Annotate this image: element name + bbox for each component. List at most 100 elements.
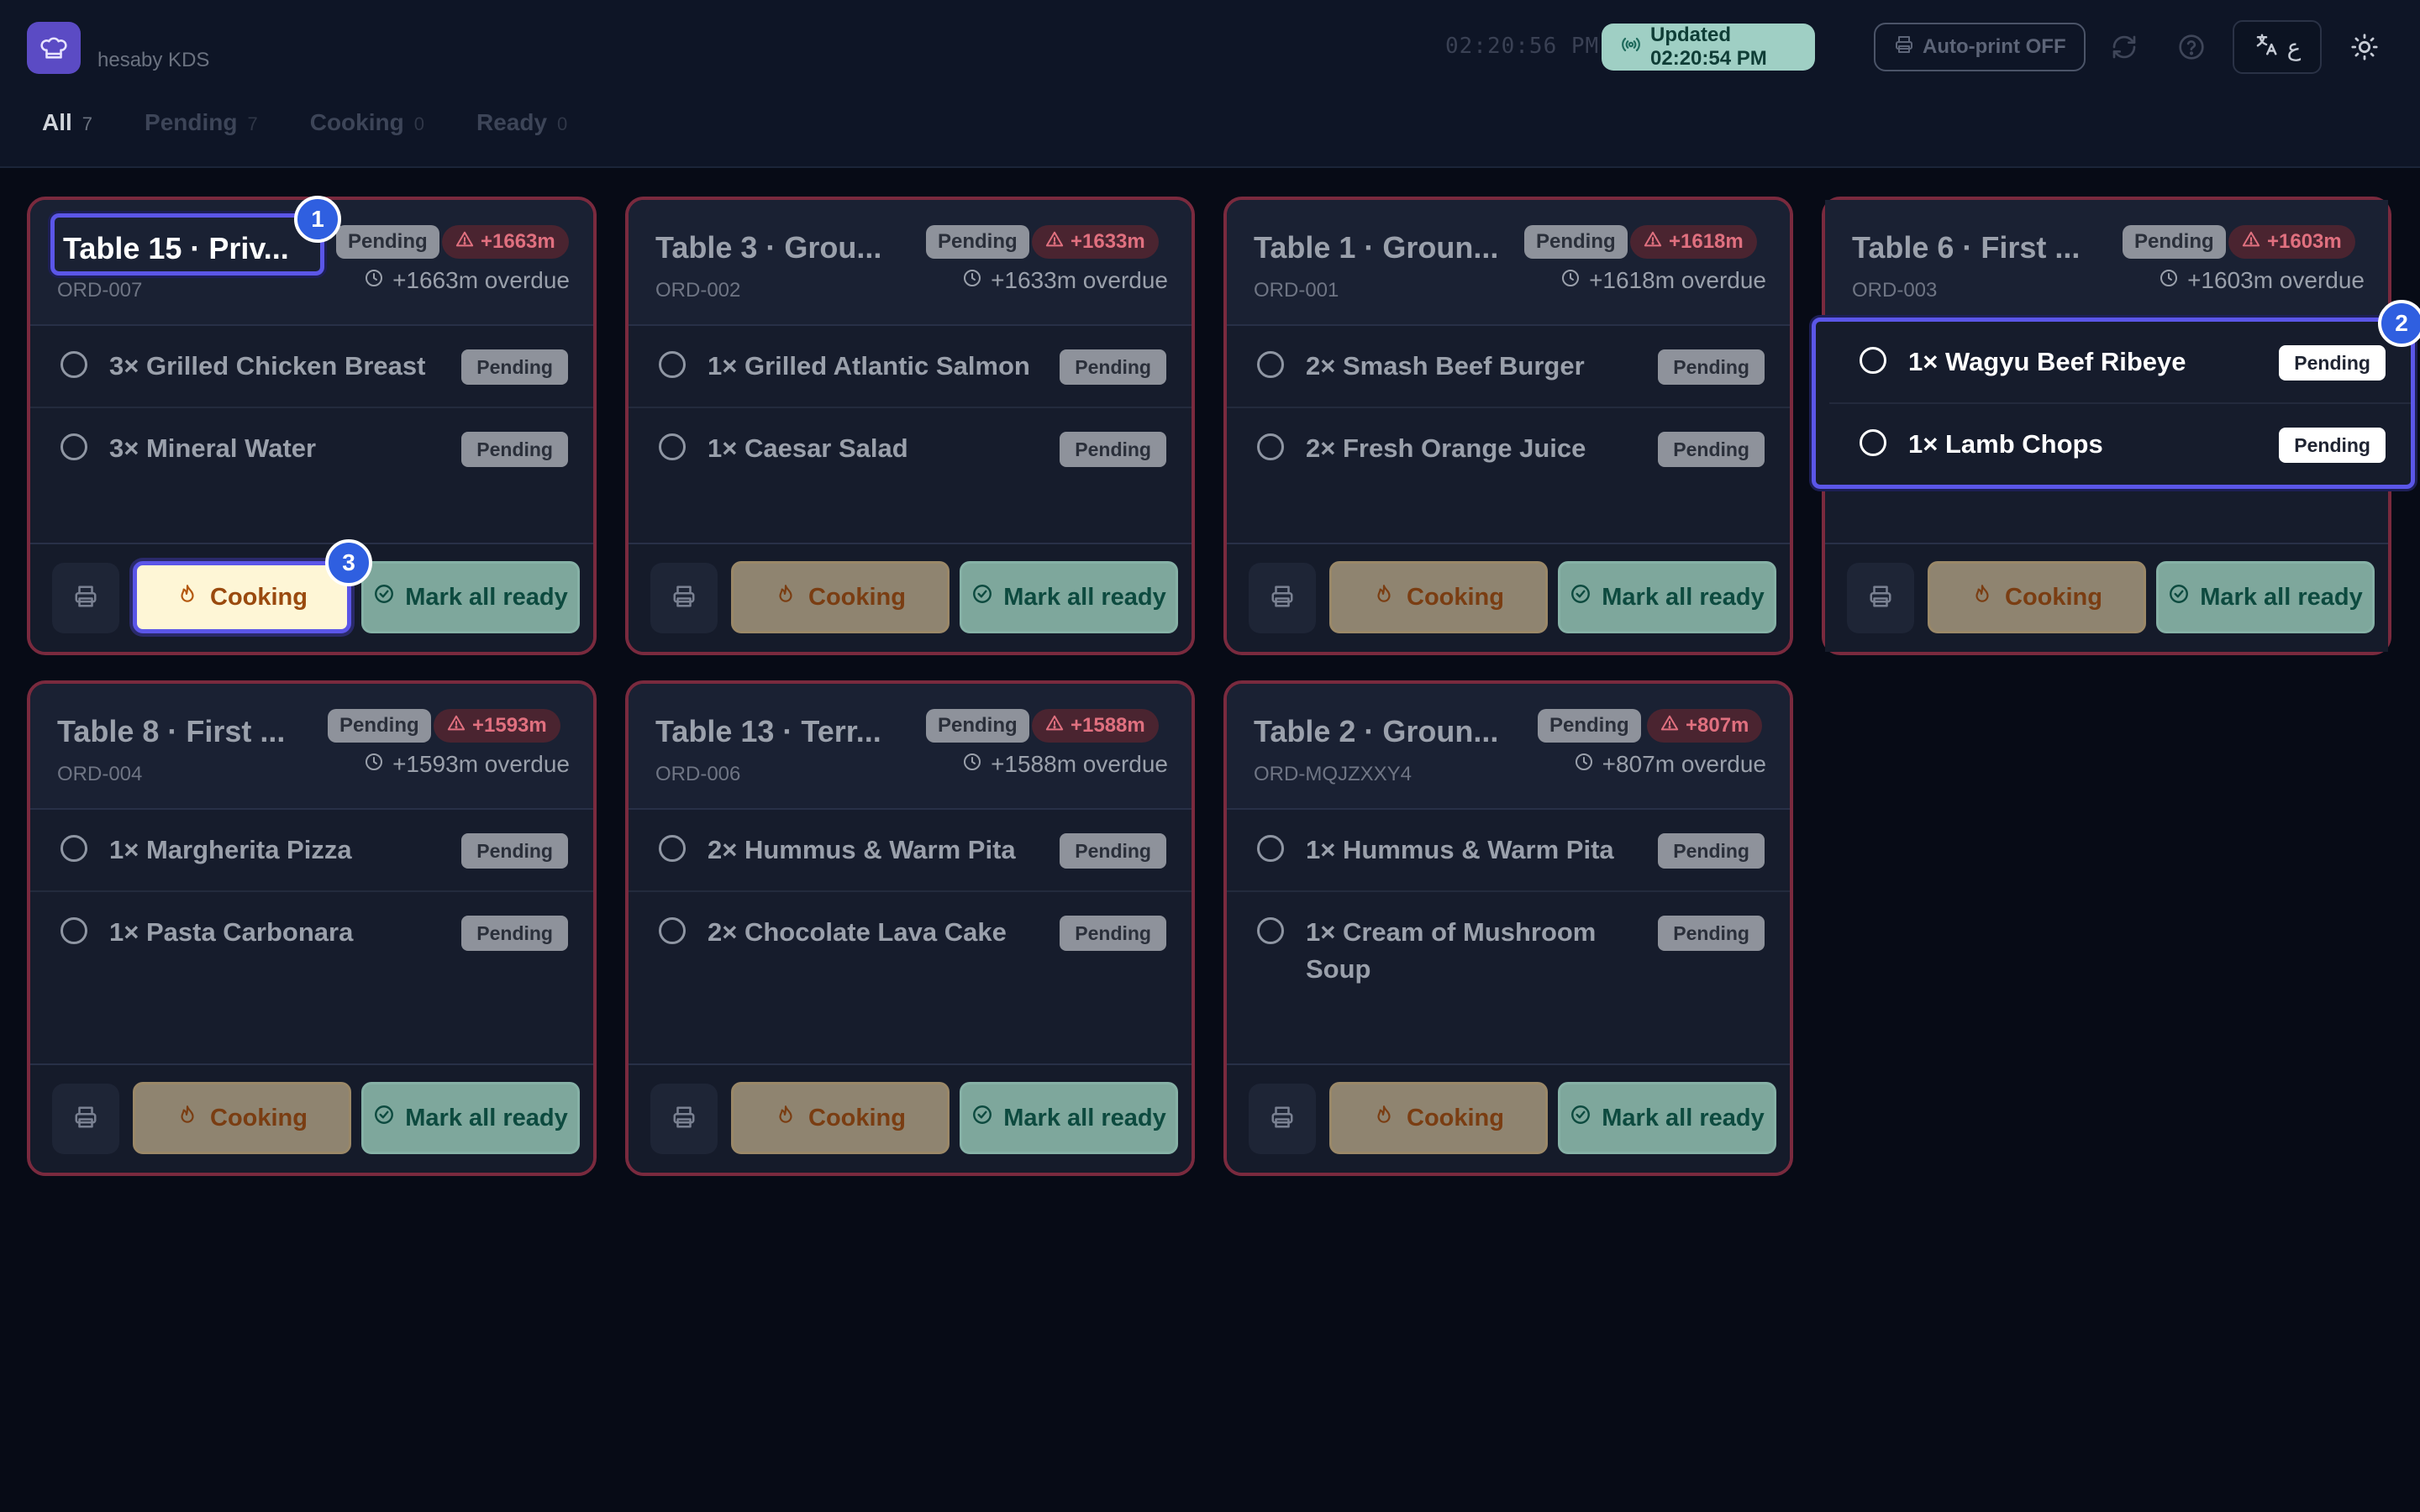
order-item: 1× Caesar Salad Pending [629, 408, 1192, 489]
start-cooking-button[interactable]: Cooking [133, 1082, 351, 1154]
item-status-badge[interactable]: Pending [1658, 349, 1765, 385]
printer-icon [73, 1105, 98, 1134]
mark-all-ready-button[interactable]: Mark all ready [960, 561, 1178, 633]
table-title[interactable]: Table 1 · Groun... [1254, 230, 1521, 265]
mark-all-ready-button[interactable]: Mark all ready [361, 561, 580, 633]
table-title[interactable]: Table 6 · First ... [1852, 230, 2119, 265]
item-checkbox[interactable] [60, 917, 87, 944]
language-toggle-button[interactable]: ع [2233, 20, 2322, 74]
item-checkbox[interactable] [60, 351, 87, 378]
overdue-badge-label: +1603m [2267, 230, 2342, 253]
item-status-badge[interactable]: Pending [461, 432, 568, 467]
start-cooking-button[interactable]: Cooking [1329, 1082, 1548, 1154]
tab-label: Cooking [309, 109, 404, 135]
item-status-badge[interactable]: Pending [2279, 428, 2386, 463]
order-status-badge: Pending [926, 709, 1029, 743]
order-item: 2× Smash Beef Burger Pending [1227, 326, 1790, 408]
item-list: 2× Hummus & Warm Pita Pending 2× Chocolate… [629, 810, 1192, 973]
order-item: 2× Hummus & Warm Pita Pending [629, 810, 1192, 892]
mark-all-ready-button[interactable]: Mark all ready [2156, 561, 2375, 633]
item-status-badge[interactable]: Pending [1060, 916, 1166, 951]
annotation-badge-3: 3 [325, 539, 372, 586]
auto-print-toggle[interactable]: Auto-print OFF [1874, 23, 2086, 71]
theme-sun-icon[interactable] [2348, 30, 2381, 64]
item-checkbox[interactable] [1860, 347, 1886, 374]
overdue-timer: +1633m overdue [962, 267, 1168, 294]
refresh-icon[interactable] [2107, 30, 2141, 64]
item-status-badge[interactable]: Pending [1658, 432, 1765, 467]
item-status-badge[interactable]: Pending [461, 349, 568, 385]
tab-all[interactable]: All 7 [42, 109, 92, 136]
item-checkbox[interactable] [1257, 351, 1284, 378]
print-ticket-button[interactable] [1847, 563, 1914, 633]
overdue-timer: +807m overdue [1574, 751, 1766, 778]
start-cooking-button[interactable]: Cooking [1928, 561, 2146, 633]
check-circle-icon [971, 1104, 993, 1132]
item-status-badge[interactable]: Pending [1060, 349, 1166, 385]
item-checkbox[interactable] [1257, 433, 1284, 460]
item-status-badge[interactable]: Pending [461, 916, 568, 951]
clock-icon [364, 267, 384, 294]
table-title[interactable]: Table 13 · Terr... [655, 714, 923, 749]
item-status-badge[interactable]: Pending [2279, 345, 2386, 381]
item-name: 1× Lamb Chops [1908, 429, 2103, 459]
item-name: 2× Chocolate Lava Cake [708, 917, 1007, 947]
card-actions: Cooking Mark all ready [1227, 1063, 1790, 1173]
card-header: Table 13 · Terr... ORD-006 Pending +1588m +1… [629, 684, 1192, 810]
tab-count: 7 [247, 113, 258, 134]
order-card: Table 3 · Grou... ORD-002 Pending +1633m +16… [625, 197, 1195, 655]
item-status-badge[interactable]: Pending [1658, 916, 1765, 951]
order-item: 3× Mineral Water Pending [30, 408, 593, 489]
flame-icon [1373, 1104, 1395, 1132]
item-checkbox[interactable] [659, 917, 686, 944]
item-checkbox[interactable] [659, 351, 686, 378]
warning-icon [447, 714, 466, 738]
cooking-label: Cooking [210, 1104, 308, 1131]
tab-cooking[interactable]: Cooking 0 [310, 109, 424, 136]
mark-all-ready-button[interactable]: Mark all ready [1558, 1082, 1776, 1154]
start-cooking-button[interactable]: Cooking [731, 1082, 950, 1154]
start-cooking-button[interactable]: Cooking [133, 561, 351, 633]
order-id: ORD-007 [57, 279, 143, 302]
card-actions: Cooking Mark all ready [30, 1063, 593, 1173]
item-name: 1× Grilled Atlantic Salmon [708, 351, 1030, 381]
table-title[interactable]: Table 2 · Groun... [1254, 714, 1521, 749]
mark-all-ready-button[interactable]: Mark all ready [361, 1082, 580, 1154]
tab-count: 0 [557, 113, 568, 134]
item-status-badge[interactable]: Pending [461, 833, 568, 869]
print-ticket-button[interactable] [52, 1084, 119, 1154]
brand-name: hesaby KDS [97, 49, 210, 71]
item-status-badge[interactable]: Pending [1060, 432, 1166, 467]
item-status-badge[interactable]: Pending [1060, 833, 1166, 869]
mark-all-ready-button[interactable]: Mark all ready [1558, 561, 1776, 633]
mark-all-ready-button[interactable]: Mark all ready [960, 1082, 1178, 1154]
tab-pending[interactable]: Pending 7 [145, 109, 258, 136]
language-symbol: ع [2286, 34, 2302, 60]
start-cooking-button[interactable]: Cooking [1329, 561, 1548, 633]
print-ticket-button[interactable] [650, 1084, 718, 1154]
mark-ready-label: Mark all ready [1602, 583, 1765, 611]
item-status-badge[interactable]: Pending [1658, 833, 1765, 869]
item-checkbox[interactable] [1860, 429, 1886, 456]
item-checkbox[interactable] [60, 433, 87, 460]
table-title[interactable]: Table 15 · Priv... [50, 213, 324, 276]
printer-icon [73, 584, 98, 613]
overdue-badge-label: +1588m [1071, 714, 1145, 737]
item-checkbox[interactable] [60, 835, 87, 862]
table-title[interactable]: Table 3 · Grou... [655, 230, 923, 265]
help-icon[interactable] [2175, 30, 2208, 64]
overdue-badge-label: +1618m [1669, 230, 1744, 253]
print-ticket-button[interactable] [52, 563, 119, 633]
start-cooking-button[interactable]: Cooking [731, 561, 950, 633]
translate-icon [2254, 32, 2279, 63]
print-ticket-button[interactable] [1249, 563, 1316, 633]
table-title[interactable]: Table 8 · First ... [57, 714, 324, 749]
tab-ready[interactable]: Ready 0 [476, 109, 567, 136]
item-checkbox[interactable] [1257, 917, 1284, 944]
item-checkbox[interactable] [659, 433, 686, 460]
print-ticket-button[interactable] [1249, 1084, 1316, 1154]
item-checkbox[interactable] [1257, 835, 1284, 862]
print-ticket-button[interactable] [650, 563, 718, 633]
check-circle-icon [1570, 1104, 1591, 1132]
item-checkbox[interactable] [659, 835, 686, 862]
